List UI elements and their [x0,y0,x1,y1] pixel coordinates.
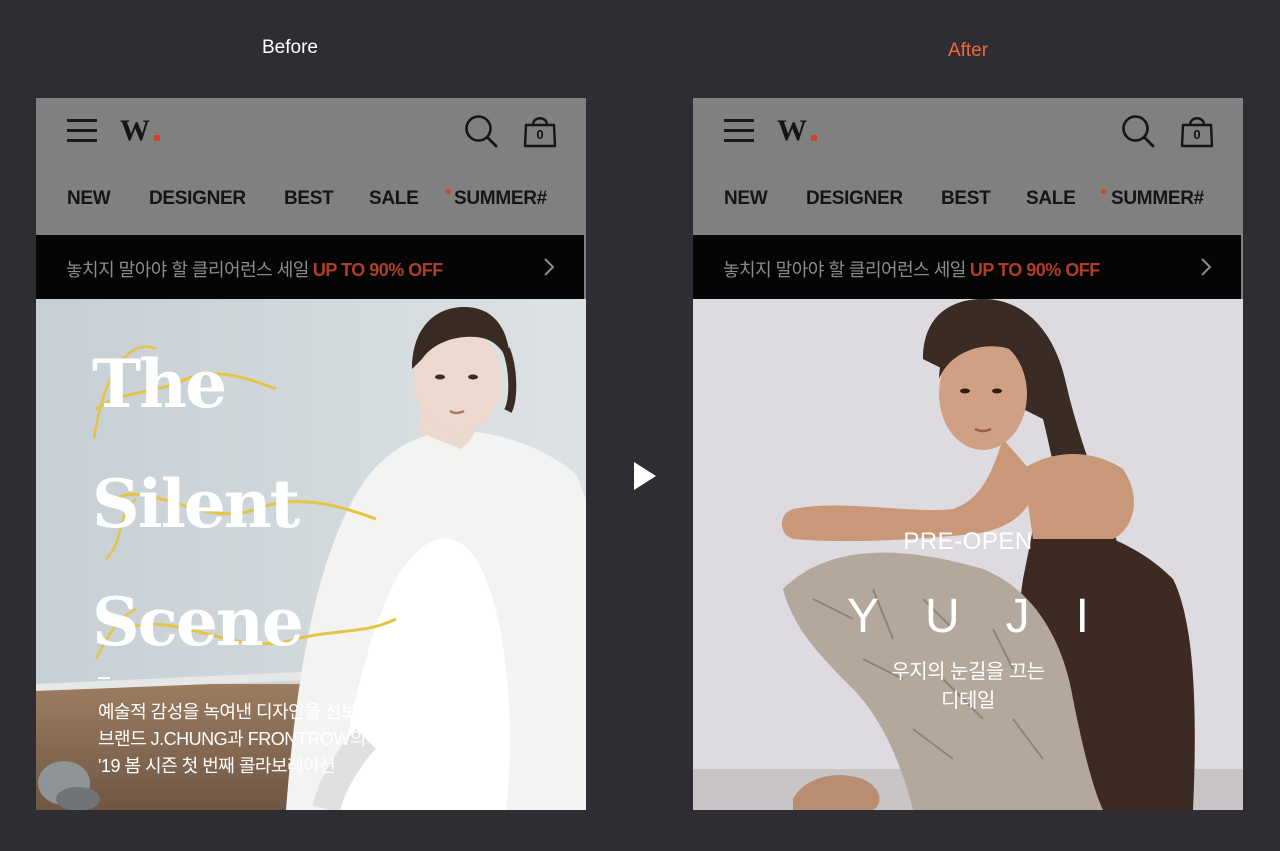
nav-summer[interactable]: SUMMER# [1111,188,1204,210]
chevron-right-icon[interactable] [1199,257,1213,277]
hero-description-line-1: 예술적 감성을 녹여낸 디자인을 선보이는 [98,702,390,722]
chevron-right-icon[interactable] [542,257,556,277]
nav-sale[interactable]: SALE [1026,188,1076,210]
hero-divider [98,677,110,679]
header: W 0 NEW DESIGNER BEST SALE SUMMER# [36,98,586,235]
search-icon[interactable] [464,114,498,148]
cart-count: 0 [1193,127,1201,142]
hero-title-line-2: Silent [92,465,300,543]
promo-banner[interactable]: 놓치지 말아야 할 클리어런스 세일 UP TO 90% OFF [693,235,1241,299]
nav-summer[interactable]: SUMMER# [454,188,547,210]
header: W 0 NEW DESIGNER BEST SALE SUMMER# [693,98,1243,235]
nav-designer[interactable]: DESIGNER [149,188,246,210]
hero-kicker: PRE-OPEN [903,528,1033,555]
hero-title-line-3: Scene [92,583,304,661]
promo-text: 놓치지 말아야 할 클리어런스 세일 UP TO 90% OFF [723,256,1100,282]
after-caption: After [947,40,989,61]
logo[interactable]: W [777,114,807,148]
nav-best[interactable]: BEST [284,188,334,210]
category-nav: NEW DESIGNER BEST SALE SUMMER# [36,188,586,214]
promo-highlight: UP TO 90% OFF [969,260,1100,280]
promo-label: 놓치지 말아야 할 클리어런스 세일 [723,260,966,280]
nav-sale[interactable]: SALE [369,188,419,210]
hero-subtitle-line-1: 우지의 눈길을 끄는 [891,661,1045,683]
logo[interactable]: W [120,114,150,148]
category-nav: NEW DESIGNER BEST SALE SUMMER# [693,188,1243,214]
promo-highlight: UP TO 90% OFF [312,260,443,280]
nav-designer[interactable]: DESIGNER [806,188,903,210]
promo-label: 놓치지 말아야 할 클리어런스 세일 [66,260,309,280]
before-caption: Before [262,37,318,58]
hero-subtitle-line-2: 디테일 [941,690,995,712]
before-screen: W 0 NEW DESIGNER BEST SALE SUMMER# 놓치지 말… [36,98,586,810]
logo-dot [811,135,817,141]
search-icon[interactable] [1121,114,1155,148]
nav-new[interactable]: NEW [67,188,111,210]
nav-best[interactable]: BEST [941,188,991,210]
logo-dot [154,135,160,141]
promo-banner[interactable]: 놓치지 말아야 할 클리어런스 세일 UP TO 90% OFF [36,235,584,299]
hero-title: YUJI [846,590,1135,643]
hero-description-line-3: '19 봄 시즌 첫 번째 콜라보레이션 [98,756,336,776]
menu-icon[interactable] [724,119,756,143]
hero-banner[interactable]: The Silent Scene 예술적 감성을 녹여낸 디자인을 선보이는 브… [36,299,586,810]
cart-count: 0 [536,127,544,142]
nav-new[interactable]: NEW [724,188,768,210]
hero-banner[interactable]: PRE-OPEN YUJI 우지의 눈길을 끄는 디테일 [693,299,1243,810]
hero-description-line-2: 브랜드 J.CHUNG과 FRONTROW의 [98,729,366,749]
after-screen: W 0 NEW DESIGNER BEST SALE SUMMER# 놓치지 말… [693,98,1243,810]
menu-icon[interactable] [67,119,99,143]
hero-title-line-1: The [92,345,227,423]
play-arrow-icon [634,462,656,490]
promo-text: 놓치지 말아야 할 클리어런스 세일 UP TO 90% OFF [66,256,443,282]
